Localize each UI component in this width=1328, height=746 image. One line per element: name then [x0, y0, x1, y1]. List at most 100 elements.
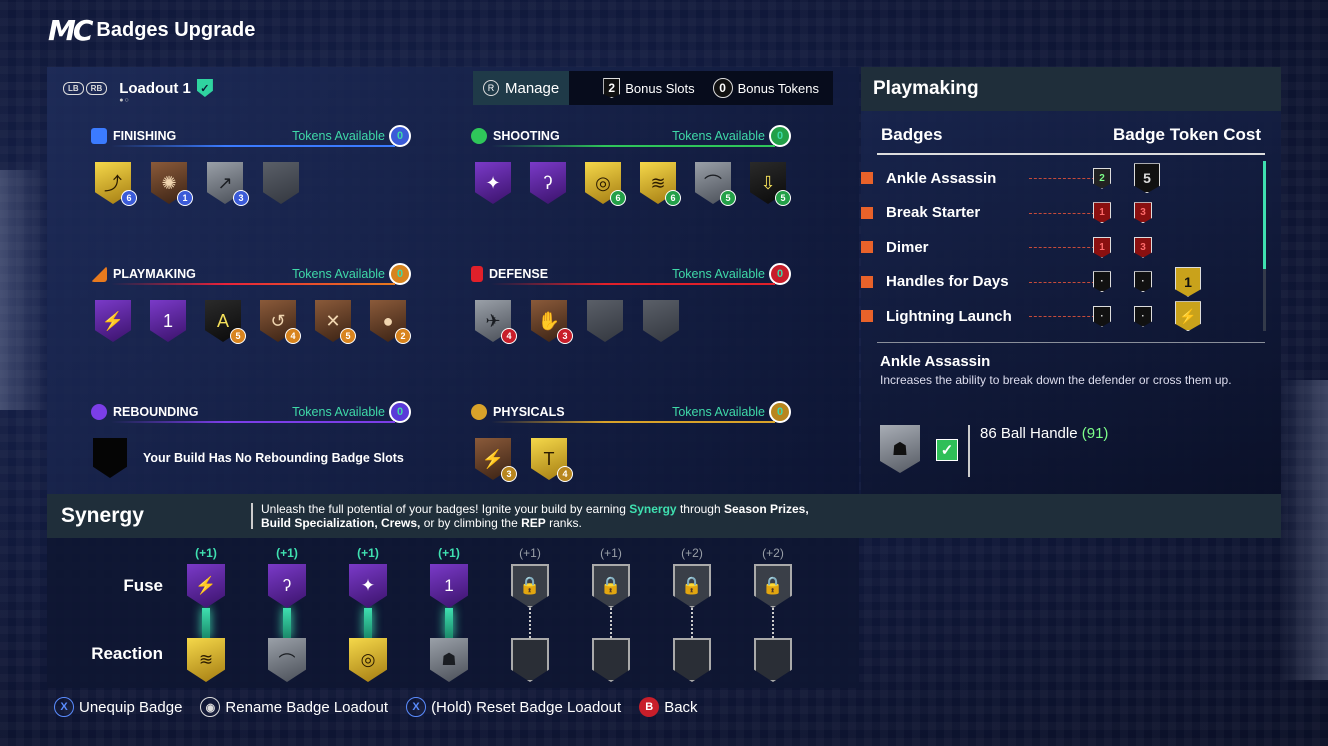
- requirement-met-check-icon: ✓: [936, 439, 958, 461]
- rebounding-label: REBOUNDING: [113, 405, 199, 419]
- badge-slot[interactable]: ⤴ 6: [95, 162, 137, 208]
- manage-button[interactable]: R Manage: [473, 71, 570, 105]
- synergy-slot[interactable]: (+1) 1 ☗: [426, 546, 472, 682]
- playmaking-label: PLAYMAKING: [113, 267, 196, 281]
- lock-icon: 🔒: [673, 564, 711, 608]
- badge-slot[interactable]: ✕ 5: [315, 300, 356, 346]
- list-scroll-thumb[interactable]: [1263, 161, 1266, 269]
- list-item[interactable]: Lightning Launch · · ⚡: [861, 299, 1265, 334]
- playmaking-token-count: 0: [389, 263, 411, 285]
- synergy-highlight: Synergy: [629, 502, 677, 516]
- playmaking-tokens: Tokens Available 0: [292, 263, 411, 285]
- badge-slot[interactable]: ≋ 6: [640, 162, 681, 208]
- details-title: Playmaking: [861, 67, 1281, 111]
- badge-slot[interactable]: ⇩ 5: [750, 162, 791, 208]
- badge-slot[interactable]: ↗ 3: [207, 162, 249, 208]
- category-shooting: SHOOTING Tokens Available 0 ✦ ʔ ◎ 6 ≋ 6 ⌒ 5…: [471, 124, 791, 208]
- list-item[interactable]: Break Starter 1 3: [861, 196, 1265, 231]
- empty-badge-icon: [263, 162, 299, 204]
- lb-button-icon[interactable]: LB: [63, 81, 84, 95]
- badge-name: Ankle Assassin: [886, 169, 997, 187]
- badge-slot[interactable]: [587, 300, 629, 346]
- rb-button-icon[interactable]: RB: [85, 81, 108, 95]
- shooting-token-count: 0: [769, 125, 791, 147]
- row-marker: [861, 310, 873, 323]
- badge-slot[interactable]: ✋ 3: [531, 300, 573, 346]
- unequip-hint[interactable]: X Unequip Badge: [54, 697, 182, 717]
- finishing-tokens: Tokens Available 0: [292, 125, 411, 147]
- badge-slot[interactable]: [643, 300, 685, 346]
- bonus-info: 2 Bonus Slots 0 Bonus Tokens: [569, 71, 834, 105]
- badge-level: 4: [501, 328, 517, 344]
- loadout-page-dots: ●○: [119, 97, 130, 104]
- badge-slot[interactable]: ● 2: [370, 300, 411, 346]
- finishing-badges: ⤴ 6 ✺ 1 ↗ 3: [95, 162, 411, 208]
- fuse-bonus: (+2): [762, 546, 784, 560]
- badge-slot[interactable]: ✈ 4: [475, 300, 517, 346]
- badge-slot[interactable]: 1: [150, 300, 191, 346]
- loadout-name: Loadout 1: [119, 79, 191, 97]
- no-rebounding-slots: Your Build Has No Rebounding Badge Slots: [93, 438, 411, 478]
- playmaking-header: PLAYMAKING Tokens Available 0: [91, 262, 411, 286]
- requirement-divider: [968, 425, 970, 477]
- cost-icons: 1 3: [1093, 202, 1152, 224]
- physicals-icon: [471, 404, 487, 420]
- badge-slot[interactable]: A5: [205, 300, 246, 346]
- loadout-selector[interactable]: Loadout 1 ✓ ●○: [119, 79, 213, 104]
- badge-slot[interactable]: ⌒ 5: [695, 162, 736, 208]
- synergy-slot-locked[interactable]: (+2) 🔒: [669, 546, 715, 682]
- badge-slot[interactable]: ◎ 6: [585, 162, 626, 208]
- background-player-right: [1280, 380, 1328, 680]
- list-item[interactable]: Dimer 1 3: [861, 230, 1265, 265]
- rename-hint[interactable]: ◉ Rename Badge Loadout: [200, 697, 388, 717]
- synergy-slot-locked[interactable]: (+2) 🔒: [750, 546, 796, 682]
- badge-slot[interactable]: ↺ 4: [260, 300, 301, 346]
- synergy-slot[interactable]: (+1) ✦ ◎: [345, 546, 391, 682]
- b-button-icon: B: [639, 697, 660, 717]
- lightning-badge-icon: ⚡: [1175, 301, 1201, 332]
- fuse-bonus: (+1): [195, 546, 217, 560]
- defense-lock-icon: [471, 266, 483, 282]
- badge-level: 4: [557, 466, 573, 482]
- list-item[interactable]: Ankle Assassin 2 5: [861, 161, 1265, 196]
- col-token-cost: Badge Token Cost: [1113, 125, 1261, 144]
- badge-slot[interactable]: [263, 162, 305, 208]
- badge-slot[interactable]: ✦: [475, 162, 516, 208]
- empty-badge-icon: [754, 638, 792, 682]
- shooting-badges: ✦ ʔ ◎ 6 ≋ 6 ⌒ 5 ⇩ 5: [475, 162, 791, 208]
- synergy-slot-locked[interactable]: (+1) 🔒: [507, 546, 553, 682]
- row-dots: [1029, 281, 1095, 283]
- badge-level: 3: [557, 328, 573, 344]
- badge-slot[interactable]: ✺ 1: [151, 162, 193, 208]
- badge-slot[interactable]: T4: [531, 438, 573, 484]
- mc-logo: MC: [48, 14, 93, 47]
- finishing-header: FINISHING Tokens Available 0: [91, 124, 411, 148]
- empty-badge-icon: [511, 638, 549, 682]
- x-button-icon: X: [54, 697, 74, 717]
- badge-name: Lightning Launch: [886, 307, 1012, 325]
- selected-badge-description: Increases the ability to break down the …: [880, 372, 1232, 387]
- finishing-token-count: 0: [389, 125, 411, 147]
- reset-hint[interactable]: X (Hold) Reset Badge Loadout: [406, 697, 621, 717]
- rename-label: Rename Badge Loadout: [225, 698, 389, 716]
- synergy-slot-locked[interactable]: (+1) 🔒: [588, 546, 634, 682]
- synergy-link: [202, 608, 210, 638]
- back-hint[interactable]: B Back: [639, 697, 698, 717]
- badge-slot[interactable]: ⚡ 3: [475, 438, 517, 484]
- synergy-rep: REP: [521, 516, 546, 530]
- rebounding-token-count: 0: [389, 401, 411, 423]
- row-dots: [1029, 178, 1095, 179]
- physicals-token-count: 0: [769, 401, 791, 423]
- synergy-panel: Fuse Reaction (+1) ⚡ ≋ (+1) ʔ ⌒ (+1) ✦ ◎…: [47, 538, 859, 688]
- synergy-link: [691, 608, 693, 638]
- badge-level: 6: [121, 190, 137, 206]
- list-item[interactable]: Handles for Days · · 1: [861, 265, 1265, 300]
- bonus-tokens-label: Bonus Tokens: [737, 80, 820, 96]
- badge-slot[interactable]: ⚡: [95, 300, 136, 346]
- empty-badge-icon: [587, 300, 623, 342]
- badge-slot[interactable]: ʔ: [530, 162, 571, 208]
- synergy-slot[interactable]: (+1) ʔ ⌒: [264, 546, 310, 682]
- bonus-slots-value: 2: [603, 78, 621, 98]
- synergy-link: [529, 608, 531, 638]
- synergy-slot[interactable]: (+1) ⚡ ≋: [183, 546, 229, 682]
